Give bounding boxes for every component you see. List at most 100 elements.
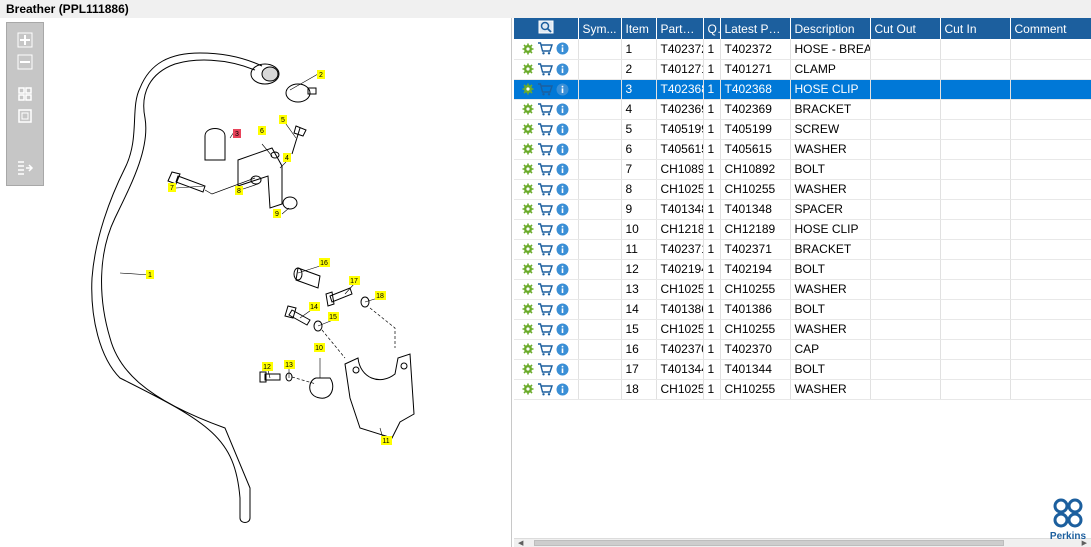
header-latest-part[interactable]: Latest Par... bbox=[720, 18, 791, 39]
callout-11[interactable]: 11 bbox=[381, 436, 392, 445]
header-description[interactable]: Description bbox=[790, 18, 871, 39]
info-icon[interactable] bbox=[556, 243, 569, 256]
cart-icon[interactable] bbox=[537, 182, 553, 196]
cart-icon[interactable] bbox=[537, 82, 553, 96]
gear-icon[interactable] bbox=[522, 263, 534, 275]
info-icon[interactable] bbox=[556, 323, 569, 336]
table-row[interactable]: 4 T402369 1 T402369 BRACKET bbox=[514, 99, 1091, 120]
callout-18[interactable]: 18 bbox=[375, 291, 386, 300]
cart-icon[interactable] bbox=[537, 242, 553, 256]
callout-10[interactable]: 10 bbox=[314, 343, 325, 352]
cart-icon[interactable] bbox=[537, 122, 553, 136]
gear-icon[interactable] bbox=[522, 383, 534, 395]
header-symbol[interactable]: Sym... bbox=[578, 18, 622, 39]
info-icon[interactable] bbox=[556, 183, 569, 196]
callout-14[interactable]: 14 bbox=[309, 302, 320, 311]
exploded-parts-diagram[interactable]: 1 2 3 4 5 6 7 8 9 10 11 12 13 14 15 16 1… bbox=[0, 18, 512, 547]
callout-3[interactable]: 3 bbox=[233, 129, 241, 138]
cart-icon[interactable] bbox=[537, 62, 553, 76]
info-icon[interactable] bbox=[556, 263, 569, 276]
scroll-thumb[interactable] bbox=[534, 540, 1004, 546]
table-row[interactable]: 14 T401386 1 T401386 BOLT bbox=[514, 299, 1091, 320]
table-row[interactable]: 7 CH10892 1 CH10892 BOLT bbox=[514, 159, 1091, 180]
table-row[interactable]: 17 T401344 1 T401344 BOLT bbox=[514, 359, 1091, 380]
info-icon[interactable] bbox=[556, 203, 569, 216]
cart-icon[interactable] bbox=[537, 302, 553, 316]
cart-icon[interactable] bbox=[537, 262, 553, 276]
diagram-pane[interactable]: 1 2 3 4 5 6 7 8 9 10 11 12 13 14 15 16 1… bbox=[0, 18, 512, 547]
callout-7[interactable]: 7 bbox=[168, 183, 176, 192]
header-cut-out[interactable]: Cut Out bbox=[870, 18, 941, 39]
info-icon[interactable] bbox=[556, 303, 569, 316]
table-row[interactable]: 18 CH10255 1 CH10255 WASHER bbox=[514, 379, 1091, 400]
cap-part[interactable] bbox=[295, 267, 321, 289]
table-row[interactable]: 1 T402372 1 T402372 HOSE - BREATHER bbox=[514, 39, 1091, 60]
bolt-part-14[interactable] bbox=[284, 305, 311, 326]
gear-icon[interactable] bbox=[522, 63, 534, 75]
cart-icon[interactable] bbox=[537, 202, 553, 216]
table-row[interactable]: 6 T405615 1 T405615 WASHER bbox=[514, 139, 1091, 160]
gear-icon[interactable] bbox=[522, 283, 534, 295]
gear-icon[interactable] bbox=[522, 323, 534, 335]
table-row[interactable]: 11 T402371 1 T402371 BRACKET bbox=[514, 239, 1091, 260]
info-icon[interactable] bbox=[556, 223, 569, 236]
hose-part[interactable] bbox=[91, 52, 263, 523]
horizontal-scrollbar[interactable]: ◀ ▶ bbox=[514, 538, 1091, 547]
info-icon[interactable] bbox=[556, 343, 569, 356]
gear-icon[interactable] bbox=[522, 183, 534, 195]
cart-icon[interactable] bbox=[537, 282, 553, 296]
callout-2[interactable]: 2 bbox=[317, 70, 325, 79]
header-search[interactable] bbox=[514, 18, 579, 39]
table-row[interactable]: 3 T402368 1 T402368 HOSE CLIP bbox=[514, 79, 1091, 100]
gear-icon[interactable] bbox=[522, 363, 534, 375]
table-row[interactable]: 12 T402194 1 T402194 BOLT bbox=[514, 259, 1091, 280]
cart-icon[interactable] bbox=[537, 222, 553, 236]
callout-4[interactable]: 4 bbox=[283, 153, 291, 162]
table-row[interactable]: 10 CH12189 1 CH12189 HOSE CLIP bbox=[514, 219, 1091, 240]
header-cut-in[interactable]: Cut In bbox=[940, 18, 1011, 39]
table-row[interactable]: 16 T402370 1 T402370 CAP bbox=[514, 339, 1091, 360]
gear-icon[interactable] bbox=[522, 343, 534, 355]
spacer-part[interactable] bbox=[282, 196, 298, 210]
hose-clip-part[interactable] bbox=[204, 128, 226, 161]
callout-12[interactable]: 12 bbox=[262, 362, 273, 371]
callout-17[interactable]: 17 bbox=[349, 276, 360, 285]
callout-16[interactable]: 16 bbox=[319, 258, 330, 267]
info-icon[interactable] bbox=[556, 383, 569, 396]
gear-icon[interactable] bbox=[522, 83, 534, 95]
table-row[interactable]: 2 T401271 1 T401271 CLAMP bbox=[514, 59, 1091, 80]
header-comment[interactable]: Comment bbox=[1010, 18, 1091, 39]
gear-icon[interactable] bbox=[522, 223, 534, 235]
info-icon[interactable] bbox=[556, 83, 569, 96]
table-row[interactable]: 13 CH10255 1 CH10255 WASHER bbox=[514, 279, 1091, 300]
info-icon[interactable] bbox=[556, 63, 569, 76]
cart-icon[interactable] bbox=[537, 382, 553, 396]
header-qty[interactable]: Q. bbox=[703, 18, 721, 39]
info-icon[interactable] bbox=[556, 283, 569, 296]
info-icon[interactable] bbox=[556, 143, 569, 156]
table-row[interactable]: 5 T405199 1 T405199 SCREW bbox=[514, 119, 1091, 140]
cart-icon[interactable] bbox=[537, 362, 553, 376]
cart-icon[interactable] bbox=[537, 342, 553, 356]
callout-9[interactable]: 9 bbox=[273, 209, 281, 218]
callout-15[interactable]: 15 bbox=[328, 312, 339, 321]
info-icon[interactable] bbox=[556, 363, 569, 376]
gear-icon[interactable] bbox=[522, 163, 534, 175]
gear-icon[interactable] bbox=[522, 143, 534, 155]
callout-1[interactable]: 1 bbox=[146, 270, 154, 279]
callout-6[interactable]: 6 bbox=[258, 126, 266, 135]
header-parts-no[interactable]: Parts No. bbox=[656, 18, 704, 39]
cart-icon[interactable] bbox=[537, 142, 553, 156]
cart-icon[interactable] bbox=[537, 322, 553, 336]
callout-8[interactable]: 8 bbox=[235, 186, 243, 195]
gear-icon[interactable] bbox=[522, 243, 534, 255]
cart-icon[interactable] bbox=[537, 102, 553, 116]
cart-icon[interactable] bbox=[537, 42, 553, 55]
gear-icon[interactable] bbox=[522, 303, 534, 315]
info-icon[interactable] bbox=[556, 123, 569, 136]
table-row[interactable]: 9 T401348 1 T401348 SPACER bbox=[514, 199, 1091, 220]
gear-icon[interactable] bbox=[522, 123, 534, 135]
info-icon[interactable] bbox=[556, 42, 569, 55]
gear-icon[interactable] bbox=[522, 203, 534, 215]
gear-icon[interactable] bbox=[522, 103, 534, 115]
